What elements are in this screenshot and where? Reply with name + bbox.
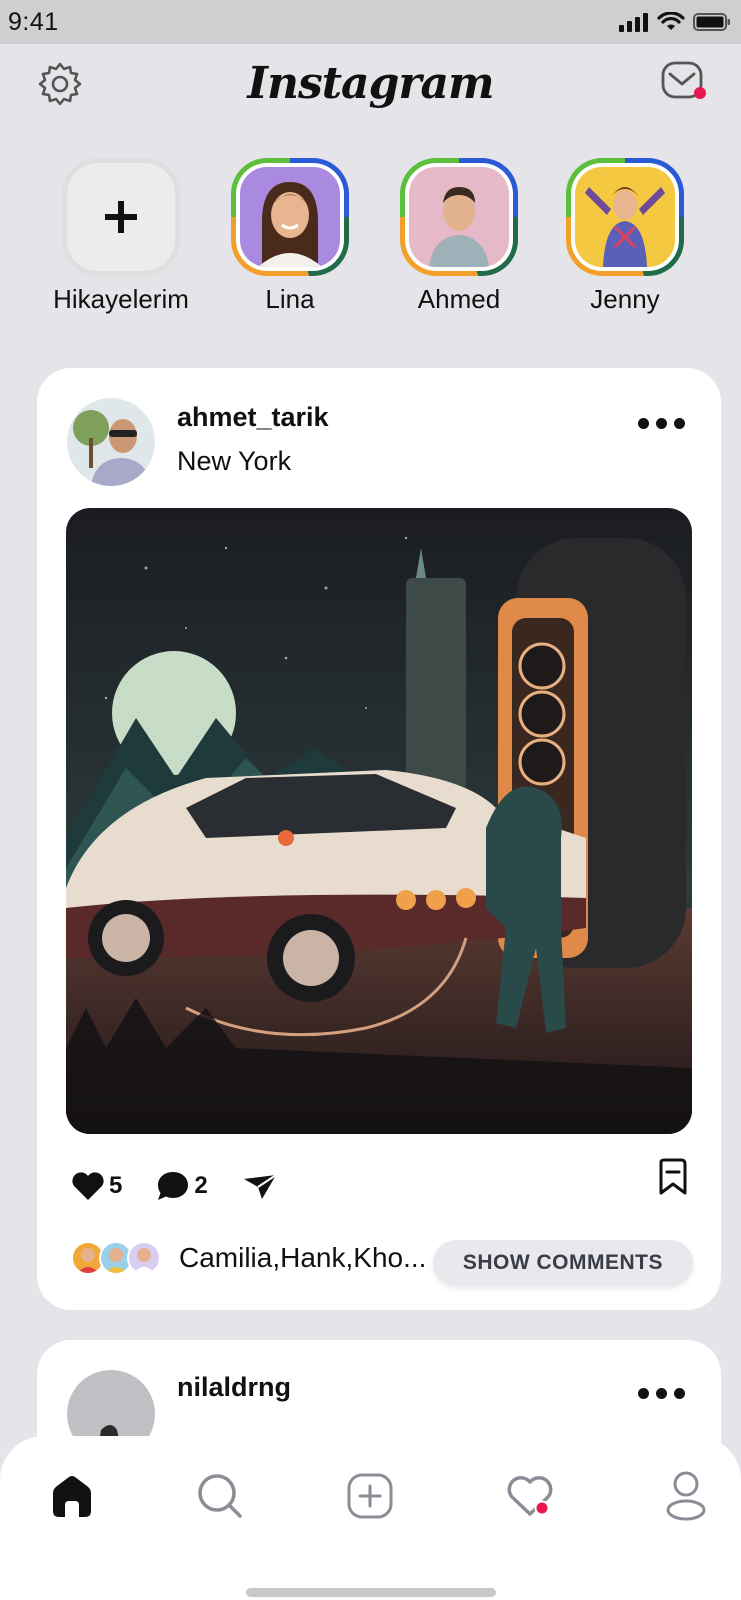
liked-by[interactable]: Camilia,Hank,Kho... <box>71 1240 426 1276</box>
search-icon <box>198 1474 242 1518</box>
signal-icon <box>619 13 648 32</box>
status-bar: 9:41 <box>0 0 741 44</box>
send-icon <box>243 1174 277 1199</box>
story-ring <box>400 158 518 276</box>
messages-button[interactable] <box>660 60 708 104</box>
story-avatar <box>409 167 509 267</box>
story-lina[interactable]: Lina <box>205 158 375 315</box>
story-ring <box>566 158 684 276</box>
story-ahmed[interactable]: Ahmed <box>374 158 544 315</box>
stories-row: Hikayelerim Lina Ahmed Jenny <box>0 158 741 318</box>
mail-icon <box>661 61 706 99</box>
story-name: Ahmed <box>417 284 501 314</box>
comment-count: 2 <box>194 1172 208 1199</box>
home-icon <box>53 1476 91 1517</box>
post-username[interactable]: nilaldrng <box>177 1372 291 1403</box>
app-logo: Instagram <box>247 58 494 109</box>
more-icon <box>638 418 649 429</box>
story-name: Hikayelerim <box>53 284 189 314</box>
post-actions: 5 2 <box>71 1170 312 1202</box>
liker-avatar <box>127 1241 161 1275</box>
post-location[interactable]: New York <box>177 446 291 477</box>
post-card: ahmet_tarik New York 5 2 Camilia,Hank,Kh… <box>37 368 721 1310</box>
battery-icon <box>693 13 730 31</box>
story-name: Lina <box>265 284 315 314</box>
heart-icon <box>507 1476 553 1516</box>
nav-home[interactable] <box>42 1466 102 1526</box>
share-button[interactable] <box>242 1171 278 1201</box>
story-ring <box>231 158 349 276</box>
like-count: 5 <box>109 1172 123 1199</box>
plus-icon <box>105 201 137 233</box>
comment-button[interactable]: 2 <box>156 1170 208 1202</box>
more-icon <box>638 1388 649 1399</box>
story-jenny[interactable]: Jenny <box>540 158 710 315</box>
bottom-nav <box>0 1436 741 1600</box>
more-options-button[interactable] <box>638 418 685 429</box>
show-comments-button[interactable]: SHOW COMMENTS <box>432 1240 693 1286</box>
like-button[interactable]: 5 <box>71 1171 122 1201</box>
add-post-icon <box>347 1473 393 1519</box>
story-add[interactable]: Hikayelerim <box>36 158 206 315</box>
home-indicator <box>246 1588 496 1597</box>
story-avatar <box>575 167 675 267</box>
post-avatar[interactable] <box>67 398 155 486</box>
post-username[interactable]: ahmet_tarik <box>177 402 329 433</box>
post-image[interactable] <box>66 508 692 1134</box>
more-options-button[interactable] <box>638 1388 685 1399</box>
story-avatar <box>240 167 340 267</box>
comment-icon <box>158 1172 189 1200</box>
status-time: 9:41 <box>8 7 59 36</box>
profile-icon <box>666 1471 706 1521</box>
nav-profile[interactable] <box>656 1466 716 1526</box>
nav-add-post[interactable] <box>340 1466 400 1526</box>
wifi-icon <box>657 12 685 30</box>
nav-activity[interactable] <box>500 1466 560 1526</box>
story-name: Jenny <box>590 284 660 314</box>
bookmark-icon <box>659 1158 687 1195</box>
story-ring <box>62 158 180 276</box>
nav-search[interactable] <box>190 1466 250 1526</box>
liked-by-names: Camilia,Hank,Kho... <box>179 1242 427 1273</box>
bookmark-button[interactable] <box>657 1158 689 1201</box>
status-icons <box>619 12 731 32</box>
heart-icon <box>72 1172 104 1200</box>
